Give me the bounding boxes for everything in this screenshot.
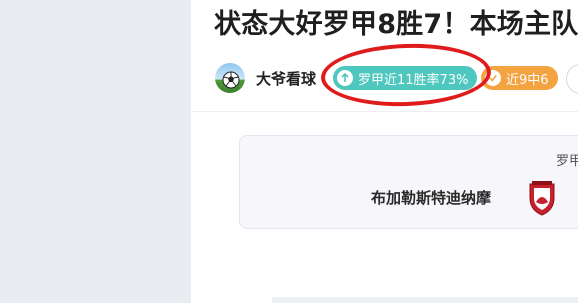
hit-rate-badge[interactable]: 近9中6: [481, 66, 558, 90]
author-name[interactable]: 大爷看球: [256, 68, 316, 89]
soccer-ball-icon: [222, 71, 240, 89]
article-title: 状态大好罗甲8胜7！本场主队: [214, 9, 578, 40]
league-label: 罗甲: [556, 154, 578, 169]
left-gutter: [0, 0, 191, 303]
bottom-strip: [272, 297, 578, 303]
match-card[interactable]: 罗甲 布加勒斯特迪纳摩: [239, 135, 578, 229]
author-avatar[interactable]: [215, 63, 245, 93]
dinamo-crest-icon: [529, 181, 555, 216]
red-circle-annotation: [319, 41, 493, 109]
article-panel: 状态大好罗甲8胜7！本场主队 大爷看球 罗甲近11胜率73% 近9中6 罗甲 布…: [191, 0, 578, 303]
header-divider: [191, 111, 578, 112]
home-team-name: 布加勒斯特迪纳摩: [371, 189, 492, 207]
hit-rate-badge-label: 近9中6: [506, 72, 549, 88]
